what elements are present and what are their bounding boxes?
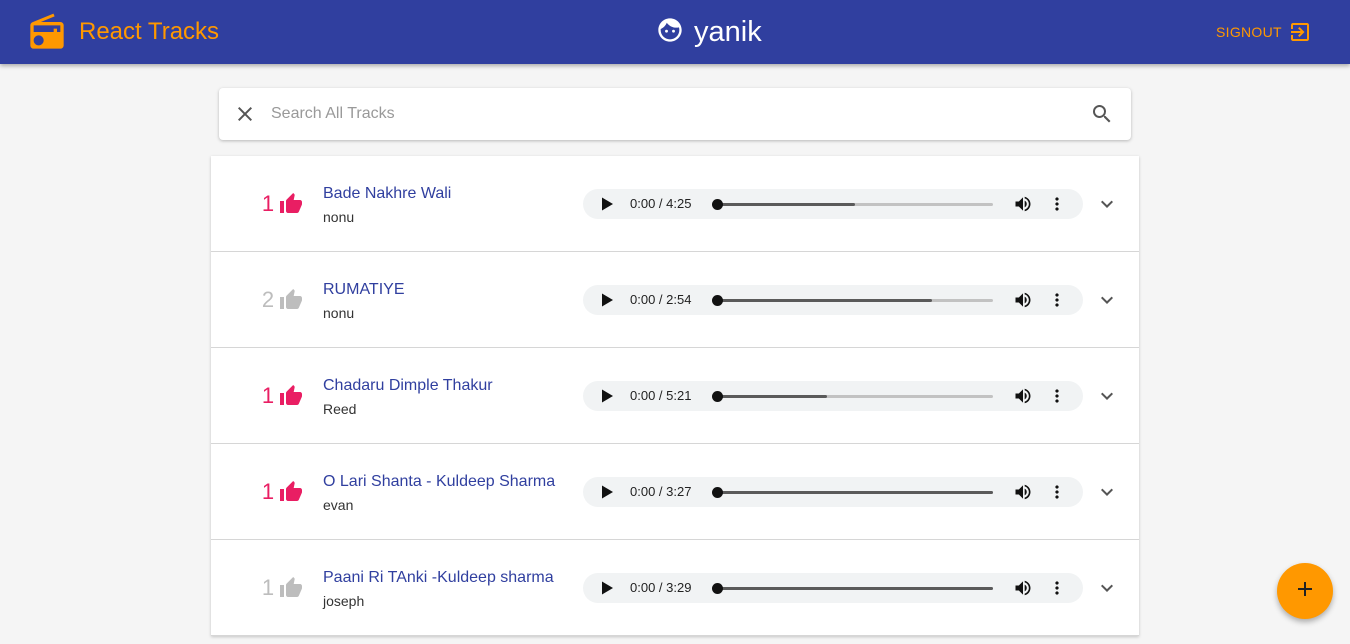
track-title[interactable]: RUMATIYE: [323, 280, 404, 300]
volume-icon[interactable]: [1013, 578, 1033, 598]
audio-player: 0:00 / 3:29: [583, 573, 1083, 603]
app-bar: React Tracks yanik SIGNOUT: [0, 0, 1350, 64]
search-input[interactable]: [271, 98, 1071, 130]
more-vert-icon[interactable]: [1047, 290, 1067, 310]
time-display: 0:00 / 3:29: [630, 580, 692, 595]
buffered-bar: [717, 203, 855, 206]
like-button[interactable]: 2: [261, 286, 303, 314]
username: yanik: [694, 16, 762, 48]
play-icon[interactable]: [599, 196, 615, 212]
play-icon[interactable]: [599, 292, 615, 308]
track-row: 1 O Lari Shanta - Kuldeep Sharma evan 0:…: [211, 444, 1139, 540]
slider-thumb[interactable]: [712, 295, 723, 306]
chevron-down-icon[interactable]: [1095, 576, 1119, 600]
progress-slider[interactable]: [712, 295, 993, 306]
like-count: 1: [261, 479, 275, 504]
more-vert-icon[interactable]: [1047, 578, 1067, 598]
buffered-bar: [717, 587, 993, 590]
thumb-up-icon: [279, 576, 303, 600]
chevron-down-icon[interactable]: [1095, 384, 1119, 408]
time-display: 0:00 / 2:54: [630, 292, 692, 307]
track-artist: joseph: [323, 593, 365, 609]
brand[interactable]: React Tracks: [27, 12, 219, 52]
like-button[interactable]: 1: [261, 382, 303, 410]
audio-player: 0:00 / 5:21: [583, 381, 1083, 411]
play-icon[interactable]: [599, 484, 615, 500]
track-title[interactable]: Paani Ri TAnki -Kuldeep sharma: [323, 568, 554, 588]
track-artist: nonu: [323, 209, 355, 225]
volume-icon[interactable]: [1013, 194, 1033, 214]
progress-slider[interactable]: [712, 487, 993, 498]
thumb-up-icon: [279, 384, 303, 408]
buffered-bar: [717, 299, 933, 302]
audio-player: 0:00 / 3:27: [583, 477, 1083, 507]
track-title[interactable]: O Lari Shanta - Kuldeep Sharma: [323, 472, 555, 492]
add-track-button[interactable]: [1277, 563, 1333, 619]
like-button[interactable]: 1: [261, 574, 303, 602]
buffered-bar: [717, 491, 993, 494]
buffered-bar: [717, 395, 828, 398]
like-count: 1: [261, 191, 275, 216]
track-row: 1 Paani Ri TAnki -Kuldeep sharma joseph …: [211, 540, 1139, 636]
like-count: 1: [261, 575, 275, 600]
like-button[interactable]: 1: [261, 190, 303, 218]
track-artist: evan: [323, 497, 354, 513]
track-title[interactable]: Chadaru Dimple Thakur: [323, 376, 493, 396]
user-info: yanik: [656, 14, 762, 50]
like-count: 2: [261, 287, 275, 312]
progress-slider[interactable]: [712, 391, 993, 402]
play-icon[interactable]: [599, 580, 615, 596]
audio-player: 0:00 / 4:25: [583, 189, 1083, 219]
volume-icon[interactable]: [1013, 482, 1033, 502]
thumb-up-icon: [279, 192, 303, 216]
face-icon: [656, 16, 684, 49]
slider-thumb[interactable]: [712, 391, 723, 402]
signout-label: SIGNOUT: [1216, 24, 1282, 40]
add-icon: [1293, 577, 1317, 606]
progress-slider[interactable]: [712, 199, 993, 210]
time-display: 0:00 / 5:21: [630, 388, 692, 403]
close-icon[interactable]: [233, 102, 257, 126]
volume-icon[interactable]: [1013, 290, 1033, 310]
more-vert-icon[interactable]: [1047, 386, 1067, 406]
time-display: 0:00 / 4:25: [630, 196, 692, 211]
track-artist: Reed: [323, 401, 357, 417]
progress-slider[interactable]: [712, 583, 993, 594]
track-row: 1 Chadaru Dimple Thakur Reed 0:00 / 5:21: [211, 348, 1139, 444]
more-vert-icon[interactable]: [1047, 194, 1067, 214]
search-bar: [219, 88, 1131, 140]
play-icon[interactable]: [599, 388, 615, 404]
track-row: 1 Bade Nakhre Wali nonu 0:00 / 4:25: [211, 156, 1139, 252]
chevron-down-icon[interactable]: [1095, 192, 1119, 216]
more-vert-icon[interactable]: [1047, 482, 1067, 502]
exit-icon: [1282, 20, 1312, 44]
radio-icon: [27, 12, 67, 52]
slider-thumb[interactable]: [712, 199, 723, 210]
slider-thumb[interactable]: [712, 583, 723, 594]
thumb-up-icon: [279, 480, 303, 504]
chevron-down-icon[interactable]: [1095, 480, 1119, 504]
time-display: 0:00 / 3:27: [630, 484, 692, 499]
signout-button[interactable]: SIGNOUT: [1210, 16, 1318, 48]
track-list: 1 Bade Nakhre Wali nonu 0:00 / 4:25 2 RU…: [211, 156, 1139, 636]
like-count: 1: [261, 383, 275, 408]
volume-icon[interactable]: [1013, 386, 1033, 406]
like-button[interactable]: 1: [261, 478, 303, 506]
audio-player: 0:00 / 2:54: [583, 285, 1083, 315]
search-icon[interactable]: [1090, 102, 1114, 126]
track-title[interactable]: Bade Nakhre Wali: [323, 184, 451, 204]
thumb-up-icon: [279, 288, 303, 312]
slider-thumb[interactable]: [712, 487, 723, 498]
track-artist: nonu: [323, 305, 355, 321]
chevron-down-icon[interactable]: [1095, 288, 1119, 312]
app-title: React Tracks: [79, 18, 220, 45]
track-row: 2 RUMATIYE nonu 0:00 / 2:54: [211, 252, 1139, 348]
